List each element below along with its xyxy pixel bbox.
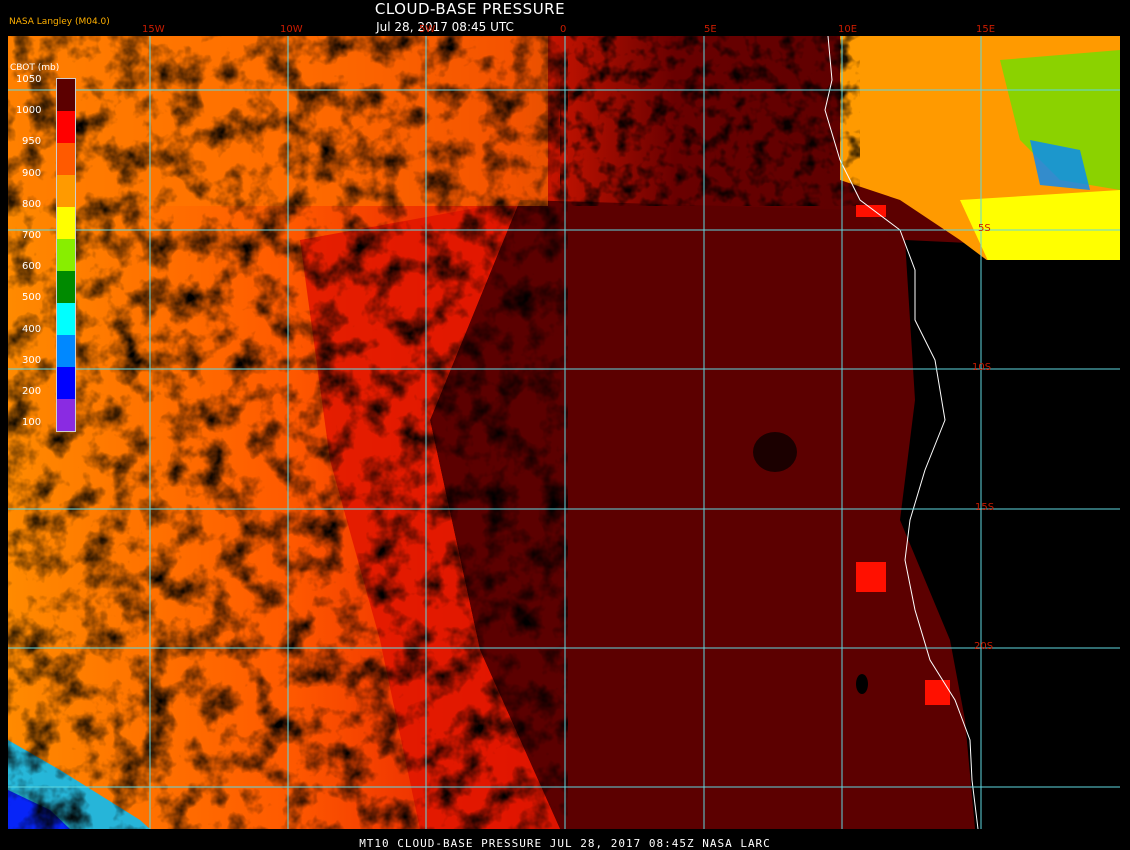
lon-label-0: 0 — [560, 24, 567, 35]
legend-colorbar — [56, 78, 76, 432]
map-title: CLOUD-BASE PRESSURE — [374, 0, 566, 18]
cloud-field — [8, 35, 1120, 830]
legend-tick-label: 1050 — [16, 74, 42, 85]
lon-label-15e: 15E — [976, 24, 996, 35]
legend-tick-label: 400 — [22, 323, 42, 335]
lon-label-5w: 5W — [419, 24, 436, 35]
legend-tick-label: 300 — [22, 354, 42, 366]
lon-label-10w: 10W — [280, 24, 303, 35]
legend-tick-label: 800 — [22, 198, 42, 210]
lat-label-10s: 10S — [972, 362, 992, 373]
lon-label-10e: 10E — [838, 24, 858, 35]
legend-tick-label: 950 — [22, 136, 42, 148]
legend-tick-label: 700 — [22, 230, 42, 241]
lat-label-5s: 5S — [978, 223, 991, 234]
legend-tick-label: 900 — [22, 167, 42, 179]
legend-tick-label: 600 — [22, 261, 42, 273]
lon-label-5e: 5E — [704, 24, 717, 35]
lat-label-15s: 15S — [975, 502, 995, 513]
legend-title: CBOT (mb) — [10, 63, 60, 73]
lat-label-20s: 20S — [974, 641, 994, 652]
legend-swatch — [57, 79, 75, 111]
footer-caption: MT10 CLOUD-BASE PRESSURE JUL 28, 2017 08… — [359, 837, 771, 850]
lon-label-15w: 15W — [142, 24, 165, 35]
legend-tick-label: 1000 — [16, 105, 42, 117]
legend-tick-label: 500 — [22, 292, 42, 304]
map-timestamp: Jul 28, 2017 08:45 UTC — [376, 20, 514, 34]
legend-tick-label: 100 — [22, 417, 42, 429]
credit-label: NASA Langley (M04.0) — [9, 17, 110, 27]
legend-tick-label: 200 — [22, 386, 42, 397]
satellite-map — [0, 0, 1130, 850]
